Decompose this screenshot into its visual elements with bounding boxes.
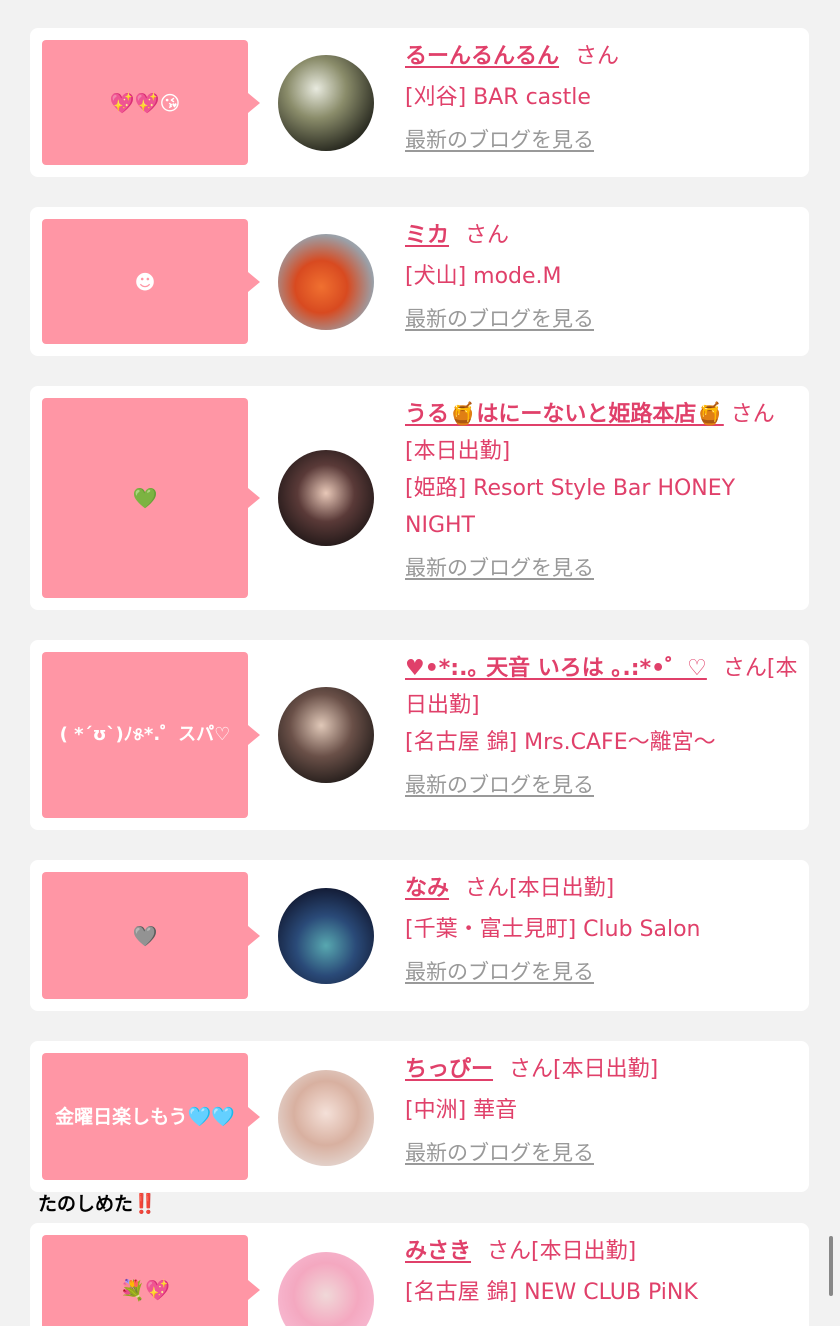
- scrollbar-thumb[interactable]: [829, 1236, 833, 1296]
- comment-text: ☻: [134, 269, 156, 294]
- cast-name-link[interactable]: ミカ: [405, 223, 449, 248]
- comment-bubble: ☻: [42, 219, 260, 344]
- comment-text: 金曜日楽しもう🩵🩵: [55, 1105, 235, 1128]
- cast-info: みさき さん[本日出勤] [名古屋 錦] NEW CLUB PiNK: [405, 1233, 803, 1311]
- cast-card: 💖💖😘 るーんるんるん さん [刈谷] BAR castle 最新のブログを見る: [30, 28, 809, 177]
- cast-card: 💚 うる🍯はにーないと姫路本店🍯 さん [本日出勤] [姫路] Resort St…: [30, 386, 809, 610]
- honorific: さん: [722, 656, 767, 681]
- cast-card: 🩶 なみ さん[本日出勤] [千葉・富士見町] Club Salon 最新のブログ…: [30, 860, 809, 1011]
- shop-area: [名古屋 錦] Mrs.CAFE〜離宮〜: [405, 730, 716, 755]
- comment-bubble: 🩶: [42, 872, 260, 999]
- cast-card: ( *´ʊ`)ﾉ୫*.゜スパ♡ ♥•*:.｡ 天音 いろは ｡.:*•゜♡ さん […: [30, 640, 809, 830]
- cast-feed: 💖💖😘 るーんるんるん さん [刈谷] BAR castle 最新のブログを見る …: [0, 0, 840, 1326]
- latest-blog-link[interactable]: 最新のブログを見る: [405, 550, 803, 587]
- cast-card: 金曜日楽しもう🩵🩵 ちっぴー さん[本日出勤] [中洲] 華音 最新のブログを見る: [30, 1041, 809, 1192]
- honorific: さん: [465, 223, 510, 248]
- cast-info: うる🍯はにーないと姫路本店🍯 さん [本日出勤] [姫路] Resort Styl…: [405, 396, 803, 587]
- shop-area: [犬山] mode.M: [405, 264, 562, 289]
- shop-area: [名古屋 錦] NEW CLUB PiNK: [405, 1280, 698, 1305]
- shop-area: [姫路] Resort Style Bar HONEY NIGHT: [405, 476, 736, 538]
- comment-text: 💐💖: [120, 1278, 170, 1302]
- honorific: さん: [465, 876, 510, 901]
- cast-avatar[interactable]: [278, 1070, 374, 1166]
- cast-name-link[interactable]: うる🍯はにーないと姫路本店🍯: [405, 402, 724, 427]
- cast-avatar[interactable]: [278, 888, 374, 984]
- cast-avatar[interactable]: [278, 687, 374, 783]
- cast-name-link[interactable]: ちっぴー: [405, 1057, 493, 1082]
- today-working-badge: [本日出勤]: [405, 439, 511, 464]
- cast-name-link[interactable]: るーんるんるん: [405, 44, 559, 69]
- honorific: さん: [730, 402, 775, 427]
- honorific: さん: [487, 1239, 532, 1264]
- comment-text: 💖💖😘: [109, 90, 181, 115]
- today-working-badge: [本日出勤]: [509, 876, 615, 901]
- cast-name-link[interactable]: みさき: [405, 1239, 471, 1264]
- overflow-comment-text: たのしめた‼️: [38, 1193, 157, 1215]
- comment-text: ( *´ʊ`)ﾉ୫*.゜スパ♡: [59, 724, 231, 745]
- cast-name-link[interactable]: ♥•*:.｡ 天音 いろは ｡.:*•゜♡: [405, 656, 707, 681]
- honorific: さん: [575, 44, 620, 69]
- shop-area: [中洲] 華音: [405, 1098, 518, 1123]
- cast-info: なみ さん[本日出勤] [千葉・富士見町] Club Salon 最新のブログを見…: [405, 870, 803, 991]
- cast-info: ♥•*:.｡ 天音 いろは ｡.:*•゜♡ さん[本日出勤] [名古屋 錦] Mr…: [405, 650, 803, 804]
- comment-bubble: ( *´ʊ`)ﾉ୫*.゜スパ♡: [42, 652, 260, 818]
- cast-avatar[interactable]: [278, 450, 374, 546]
- cast-card: 💐💖 みさき さん[本日出勤] [名古屋 錦] NEW CLUB PiNK: [30, 1223, 809, 1326]
- cast-name-link[interactable]: なみ: [405, 876, 449, 901]
- cast-avatar[interactable]: [278, 1252, 374, 1326]
- cast-avatar[interactable]: [278, 55, 374, 151]
- latest-blog-link[interactable]: 最新のブログを見る: [405, 954, 803, 991]
- comment-bubble: 金曜日楽しもう🩵🩵: [42, 1053, 260, 1180]
- comment-text: 🩶: [132, 923, 158, 948]
- latest-blog-link[interactable]: 最新のブログを見る: [405, 767, 803, 804]
- cast-card: ☻ ミカ さん [犬山] mode.M 最新のブログを見る: [30, 207, 809, 356]
- today-working-badge: [本日出勤]: [553, 1057, 659, 1082]
- comment-bubble: 💐💖: [42, 1235, 260, 1326]
- latest-blog-link[interactable]: 最新のブログを見る: [405, 1135, 803, 1172]
- cast-info: ちっぴー さん[本日出勤] [中洲] 華音 最新のブログを見る: [405, 1051, 803, 1172]
- cast-info: ミカ さん [犬山] mode.M 最新のブログを見る: [405, 217, 803, 338]
- comment-text: 💚: [132, 486, 158, 510]
- shop-area: [千葉・富士見町] Club Salon: [405, 917, 701, 942]
- latest-blog-link[interactable]: 最新のブログを見る: [405, 122, 803, 159]
- comment-bubble: 💚: [42, 398, 260, 598]
- cast-avatar[interactable]: [278, 234, 374, 330]
- latest-blog-link[interactable]: 最新のブログを見る: [405, 301, 803, 338]
- cast-info: るーんるんるん さん [刈谷] BAR castle 最新のブログを見る: [405, 38, 803, 159]
- honorific: さん: [509, 1057, 554, 1082]
- comment-bubble: 💖💖😘: [42, 40, 260, 165]
- shop-area: [刈谷] BAR castle: [405, 85, 591, 110]
- today-working-badge: [本日出勤]: [531, 1239, 637, 1264]
